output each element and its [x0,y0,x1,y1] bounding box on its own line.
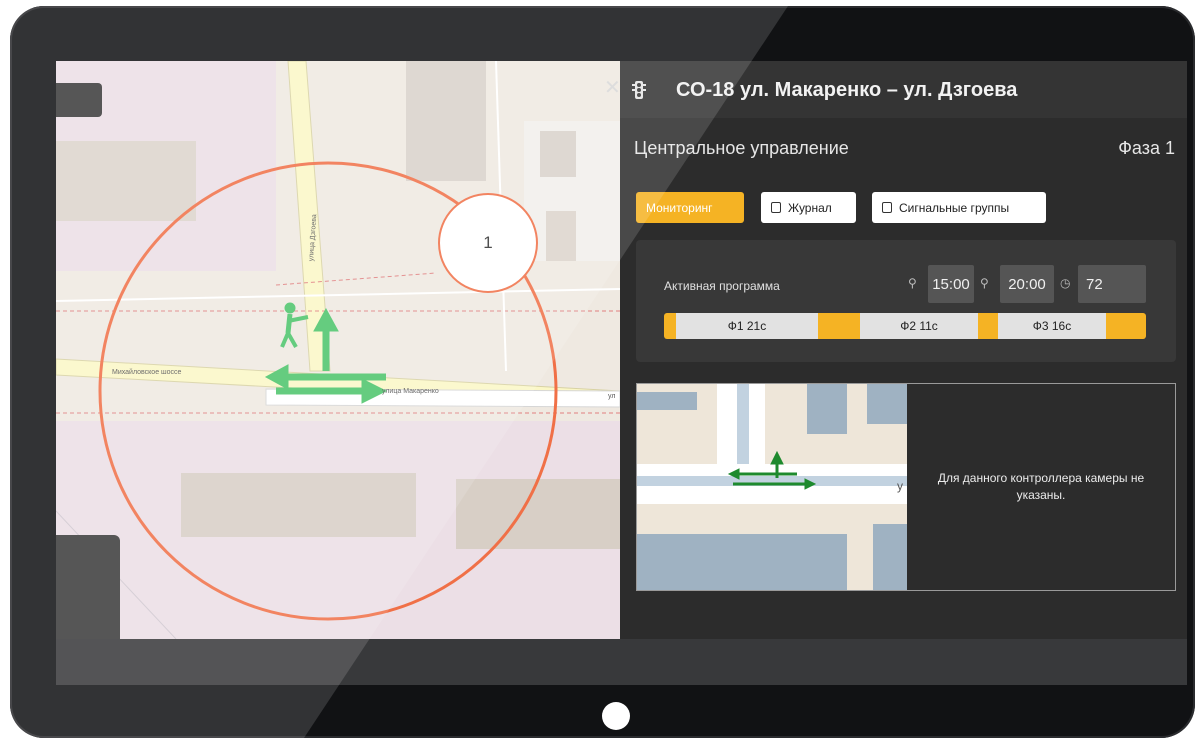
tab-monitoring[interactable]: Мониторинг [636,192,744,223]
phase-segment-3: Ф3 16с [998,313,1106,339]
journal-icon [771,202,781,213]
start-time[interactable]: 15:00 [928,265,974,303]
map-background [56,61,620,639]
tab-signal-groups-label: Сигнальные группы [899,200,1010,215]
map-layer-button[interactable] [56,83,102,117]
tab-signal-groups[interactable]: Сигнальные группы [872,192,1046,223]
program-label: Активная программа [664,279,780,293]
phase-segment-1: Ф1 21с [676,313,818,339]
close-icon[interactable]: ✕ [604,77,624,99]
screen-bottom-strip [56,639,1187,685]
camera-card: у Для данного контроллера камеры не указ… [636,383,1176,591]
mini-map-graphic: у [637,384,907,590]
mini-map[interactable]: у [637,384,907,590]
tablet-frame: 1 Михайловское шоссе улица Дзгоева улица… [10,6,1195,738]
external-link-icon [882,202,892,213]
phase-timeline: Ф1 21с Ф2 11с Ф3 16с [664,313,1146,339]
end-time-icon: ⚲ [980,276,989,290]
tab-journal[interactable]: Журнал [761,192,856,223]
controller-panel: СО-18 ул. Макаренко – ул. Дзгоева ✕ Цент… [604,61,1187,639]
map-side-panel[interactable] [56,535,120,639]
cycle-clock-icon: ◷ [1060,276,1071,290]
road-label-fragment: ул [608,393,616,400]
map-view[interactable]: 1 Михайловское шоссе улица Дзгоева улица… [56,61,620,639]
panel-header: СО-18 ул. Макаренко – ул. Дзгоева [620,61,1187,118]
traffic-light-icon [632,81,646,99]
phase-marker[interactable]: 1 [438,193,538,293]
tab-journal-label: Журнал [788,200,832,215]
panel-title: СО-18 ул. Макаренко – ул. Дзгоева [676,79,1018,101]
road-label-horizontal: улица Макаренко [382,388,439,395]
control-mode: Центральное управление [634,138,849,158]
road-label-highway: Михайловское шоссе [112,369,182,376]
phase-segment-2: Ф2 11с [860,313,978,339]
current-phase: Фаза 1 [1118,138,1175,158]
mini-map-fragment: у [897,479,903,493]
program-card: Активная программа ⚲ 15:00 ⚲ 20:00 ◷ 72 … [636,240,1176,362]
end-time[interactable]: 20:00 [1000,265,1054,303]
movement-arrows [264,302,388,404]
tab-monitoring-label: Мониторинг [646,200,713,215]
screen: 1 Михайловское шоссе улица Дзгоева улица… [56,61,1187,685]
home-button[interactable] [602,702,630,730]
no-camera-message: Для данного контроллера камеры не указан… [937,471,1145,502]
cycle-length[interactable]: 72 [1078,265,1146,303]
start-time-icon: ⚲ [908,276,917,290]
